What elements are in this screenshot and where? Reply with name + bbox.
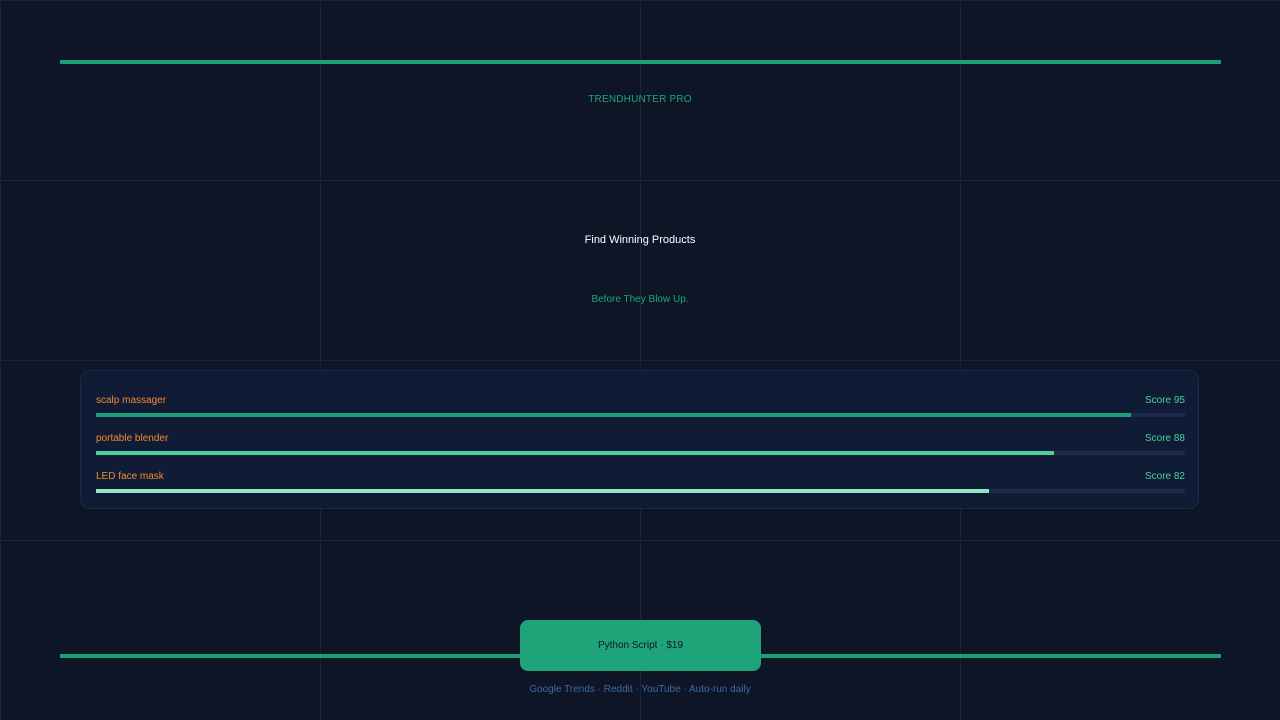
product-name: portable blender bbox=[96, 433, 169, 444]
product-row: portable blender Score 88 bbox=[96, 433, 1185, 457]
page-subtitle: Before They Blow Up. bbox=[591, 294, 689, 305]
product-score: Score 88 bbox=[1144, 433, 1185, 444]
buy-script-button[interactable]: Python Script · $19 bbox=[520, 620, 761, 671]
product-name: LED face mask bbox=[96, 471, 164, 482]
score-bar-fill bbox=[96, 489, 989, 493]
product-score: Score 95 bbox=[1144, 395, 1185, 406]
landing-page: TRENDHUNTER PRO Find Winning Products Be… bbox=[0, 0, 1280, 720]
score-bar-fill bbox=[96, 413, 1131, 417]
product-row: LED face mask Score 82 bbox=[96, 471, 1185, 495]
top-divider bbox=[60, 60, 1221, 64]
score-bar-track bbox=[96, 413, 1185, 417]
product-row: scalp massager Score 95 bbox=[96, 395, 1185, 419]
product-name: scalp massager bbox=[96, 395, 167, 406]
product-score: Score 82 bbox=[1144, 471, 1185, 482]
score-bar-fill bbox=[96, 451, 1055, 455]
product-score-panel: scalp massager Score 95 portable blender… bbox=[80, 370, 1199, 509]
score-bar-track bbox=[96, 489, 1185, 493]
page-title: Find Winning Products bbox=[584, 234, 696, 246]
data-sources-caption: Google Trends · Reddit · YouTube · Auto-… bbox=[529, 684, 751, 695]
brand-name: TRENDHUNTER PRO bbox=[588, 94, 692, 105]
score-bar-track bbox=[96, 451, 1185, 455]
